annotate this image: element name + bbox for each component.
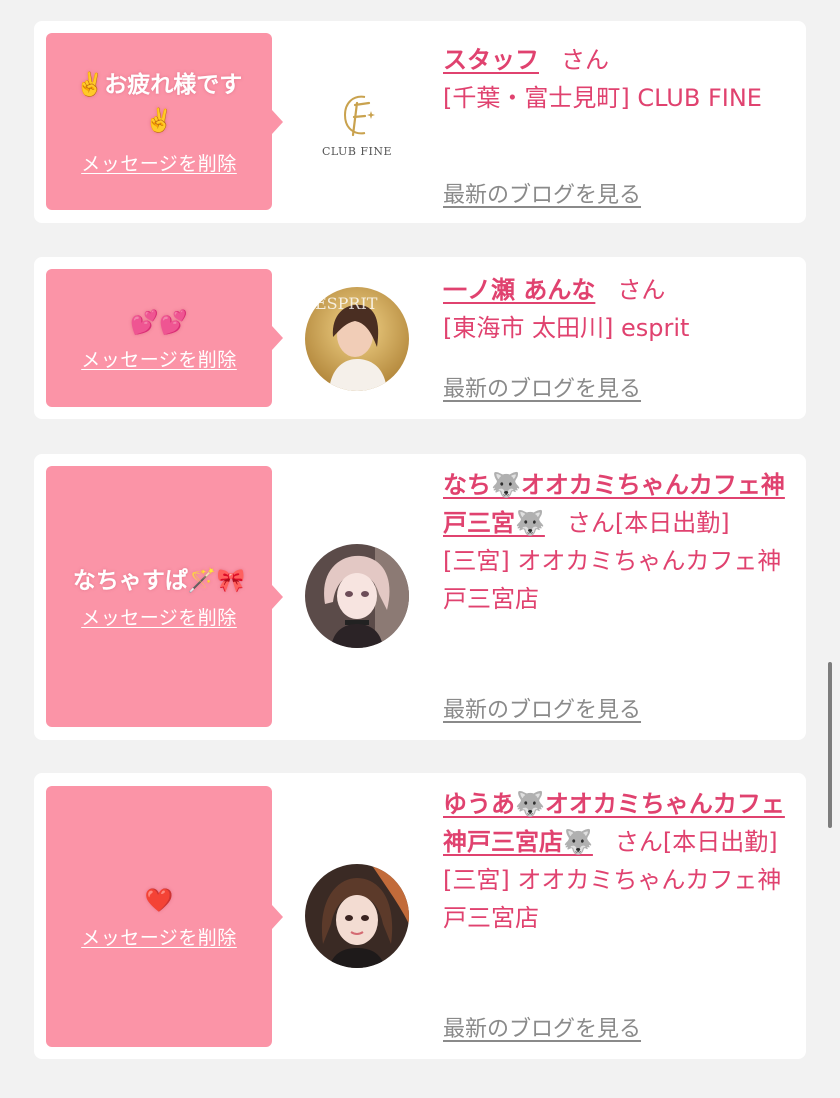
logo-text: CLUB FINE	[321, 144, 393, 158]
delete-message-link[interactable]: メッセージを削除	[81, 345, 237, 372]
message-text: ❤️	[144, 888, 174, 914]
sender-suffix: さん[本日出勤]	[614, 828, 778, 856]
avatar[interactable]	[305, 544, 409, 648]
scrollbar[interactable]	[828, 662, 832, 828]
message-card: なちゃすぱ🪄🎀 メッセージを削除 なち🐺オオカミちゃんカフェ神戸三宮🐺 さん[本日…	[34, 454, 806, 740]
message-card: ✌️お疲れ様です✌️ メッセージを削除 CLUB FINE スタッフ さん [千葉…	[34, 21, 806, 223]
message-card: 💕💕 メッセージを削除 ESPRIT 一ノ瀬 あんな さん [東海市 太田川] e…	[34, 257, 806, 419]
profile-photo-icon	[305, 544, 409, 648]
view-latest-blog-link[interactable]: 最新のブログを見る	[443, 692, 641, 724]
sender-suffix: さん	[561, 46, 609, 74]
shop-label: [東海市 太田川] esprit	[443, 314, 690, 342]
sender-info: スタッフ さん [千葉・富士見町] CLUB FINE	[443, 41, 795, 117]
message-text: 💕💕	[130, 309, 188, 336]
view-latest-blog-link[interactable]: 最新のブログを見る	[443, 177, 641, 209]
svg-text:ESPRIT: ESPRIT	[315, 294, 378, 313]
sender-suffix: さん[本日出勤]	[566, 509, 730, 537]
avatar[interactable]	[305, 864, 409, 968]
message-bubble: ❤️ メッセージを削除	[46, 786, 283, 1047]
message-text: なちゃすぱ🪄🎀	[72, 568, 246, 594]
message-card: ❤️ メッセージを削除 ゆうあ🐺オオカミちゃんカフェ神戸三宮店🐺 さん[本日出勤]…	[34, 773, 806, 1059]
shop-label: [三宮] オオカミちゃんカフェ神戸三宮店	[443, 547, 782, 613]
message-bubble: 💕💕 メッセージを削除	[46, 269, 283, 407]
delete-message-link[interactable]: メッセージを削除	[81, 923, 237, 950]
sender-info: 一ノ瀬 あんな さん [東海市 太田川] esprit	[443, 271, 795, 347]
profile-photo-icon	[305, 864, 409, 968]
sender-name-link[interactable]: 一ノ瀬 あんな	[443, 276, 595, 304]
sender-name-link[interactable]: スタッフ	[443, 46, 539, 74]
view-latest-blog-link[interactable]: 最新のブログを見る	[443, 1011, 641, 1043]
message-text: ✌️お疲れ様です✌️	[75, 72, 243, 134]
view-latest-blog-link[interactable]: 最新のブログを見る	[443, 371, 641, 403]
club-fine-logo-icon	[343, 95, 375, 136]
profile-photo-icon: ESPRIT	[305, 287, 409, 391]
avatar[interactable]: ESPRIT	[305, 287, 409, 391]
delete-message-link[interactable]: メッセージを削除	[81, 149, 237, 176]
shop-label: [三宮] オオカミちゃんカフェ神戸三宮店	[443, 866, 782, 932]
delete-message-link[interactable]: メッセージを削除	[81, 603, 237, 630]
message-bubble: なちゃすぱ🪄🎀 メッセージを削除	[46, 466, 283, 727]
sender-info: なち🐺オオカミちゃんカフェ神戸三宮🐺 さん[本日出勤] [三宮] オオカミちゃんカ…	[443, 466, 795, 618]
message-bubble: ✌️お疲れ様です✌️ メッセージを削除	[46, 33, 283, 210]
sender-info: ゆうあ🐺オオカミちゃんカフェ神戸三宮店🐺 さん[本日出勤] [三宮] オオカミちゃ…	[443, 785, 795, 937]
club-fine-logo[interactable]: CLUB FINE	[319, 79, 395, 169]
shop-label: [千葉・富士見町] CLUB FINE	[443, 84, 762, 112]
sender-suffix: さん	[617, 276, 666, 304]
